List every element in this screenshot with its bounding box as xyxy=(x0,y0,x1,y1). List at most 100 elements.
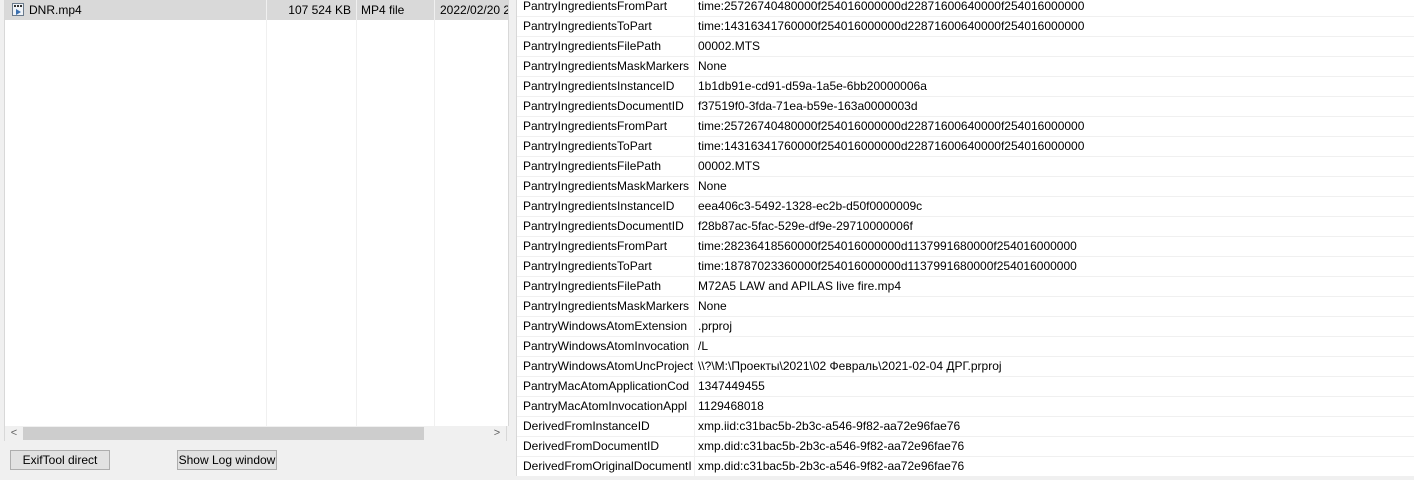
metadata-tag-value: time:25726740480000f254016000000d2287160… xyxy=(698,0,1085,13)
column-divider xyxy=(694,17,695,37)
column-divider xyxy=(694,197,695,217)
column-divider xyxy=(694,257,695,277)
metadata-tag-name: DerivedFromDocumentID xyxy=(523,439,660,453)
file-date: 2022/02/20 2 xyxy=(440,3,508,17)
metadata-tag-value: xmp.iid:c31bac5b-2b3c-a546-9f82-aa72e96f… xyxy=(698,419,961,433)
metadata-row[interactable]: PantryWindowsAtomUncProject \\?\M:\Проект… xyxy=(517,357,1414,377)
column-divider xyxy=(694,117,695,137)
column-divider xyxy=(694,217,695,237)
metadata-row[interactable]: PantryIngredientsFilePath 00002.MTS xyxy=(517,37,1414,57)
metadata-tag-name: PantryIngredientsFilePath xyxy=(523,159,662,173)
metadata-table[interactable]: PantryIngredientsFromPart time:2572674048… xyxy=(516,0,1414,476)
metadata-tag-value: 00002.MTS xyxy=(698,39,761,53)
scrollbar-thumb[interactable] xyxy=(23,427,424,440)
metadata-row[interactable]: PantryIngredientsDocumentID f28b87ac-5fac… xyxy=(517,217,1414,237)
metadata-tag-name: PantryIngredientsDocumentID xyxy=(523,99,684,113)
metadata-row[interactable]: DerivedFromInstanceID xmp.iid:c31bac5b-2b… xyxy=(517,417,1414,437)
metadata-row[interactable]: PantryIngredientsToPart time:187870233600… xyxy=(517,257,1414,277)
metadata-tag-name: PantryIngredientsFilePath xyxy=(523,39,662,53)
video-file-icon xyxy=(12,3,24,16)
column-divider xyxy=(694,277,695,297)
metadata-row[interactable]: PantryIngredientsMaskMarkers None xyxy=(517,177,1414,197)
metadata-row[interactable]: PantryIngredientsToPart time:143163417600… xyxy=(517,17,1414,37)
metadata-tag-name: PantryIngredientsMaskMarkers xyxy=(523,179,690,193)
column-divider xyxy=(694,417,695,437)
column-divider xyxy=(266,0,267,426)
metadata-tag-name: DerivedFromOriginalDocumentI xyxy=(523,459,692,473)
exiftool-direct-button[interactable]: ExifTool direct xyxy=(10,450,110,470)
metadata-row[interactable]: PantryWindowsAtomExtension .prproj xyxy=(517,317,1414,337)
column-divider xyxy=(694,377,695,397)
scroll-left-icon[interactable]: < xyxy=(6,426,22,441)
show-log-window-button[interactable]: Show Log window xyxy=(177,450,277,470)
file-name: DNR.mp4 xyxy=(29,3,82,17)
metadata-row[interactable]: PantryIngredientsToPart time:143163417600… xyxy=(517,137,1414,157)
metadata-tag-name: PantryIngredientsMaskMarkers xyxy=(523,59,690,73)
column-divider xyxy=(694,237,695,257)
column-divider xyxy=(694,297,695,317)
column-divider xyxy=(694,457,695,476)
column-divider xyxy=(694,357,695,377)
metadata-tag-value: 1129468018 xyxy=(698,399,764,413)
metadata-tag-value: /L xyxy=(698,339,709,353)
metadata-row[interactable]: PantryIngredientsFromPart time:2572674048… xyxy=(517,0,1414,17)
metadata-row[interactable]: PantryIngredientsFromPart time:2823641856… xyxy=(517,237,1414,257)
metadata-tag-value: M72A5 LAW and APILAS live fire.mp4 xyxy=(698,279,901,293)
metadata-tag-value: 1347449455 xyxy=(698,379,765,393)
metadata-tag-name: PantryWindowsAtomInvocation xyxy=(523,339,690,353)
column-divider xyxy=(694,157,695,177)
file-browser-pane: DNR.mp4 107 524 KB MP4 file 2022/02/20 2… xyxy=(0,0,511,480)
metadata-tag-name: PantryMacAtomInvocationAppl xyxy=(523,399,688,413)
column-divider xyxy=(694,57,695,77)
metadata-row[interactable]: PantryIngredientsFromPart time:2572674048… xyxy=(517,117,1414,137)
scroll-right-icon[interactable]: > xyxy=(489,426,505,441)
column-divider xyxy=(694,397,695,417)
column-divider xyxy=(694,77,695,97)
metadata-tag-name: PantryIngredientsFromPart xyxy=(523,119,668,133)
column-divider xyxy=(694,0,695,17)
metadata-tag-name: PantryIngredientsInstanceID xyxy=(523,79,675,93)
metadata-tag-name: PantryWindowsAtomExtension xyxy=(523,319,688,333)
file-list[interactable]: DNR.mp4 107 524 KB MP4 file 2022/02/20 2 xyxy=(4,0,509,426)
metadata-tag-name: PantryIngredientsMaskMarkers xyxy=(523,299,690,313)
metadata-tag-name: PantryIngredientsFromPart xyxy=(523,239,668,253)
metadata-tag-value: None xyxy=(698,299,727,313)
metadata-tag-name: PantryIngredientsDocumentID xyxy=(523,219,684,233)
metadata-row[interactable]: PantryIngredientsInstanceID 1b1db91e-cd91… xyxy=(517,77,1414,97)
metadata-tag-value: \\?\M:\Проекты\2021\02 Февраль\2021-02-0… xyxy=(698,359,1002,373)
metadata-tag-value: eea406c3-5492-1328-ec2b-d50f0000009c xyxy=(698,199,923,213)
metadata-tag-name: DerivedFromInstanceID xyxy=(523,419,650,433)
metadata-tag-name: PantryWindowsAtomUncProject xyxy=(523,359,693,373)
column-divider xyxy=(356,0,357,426)
metadata-row[interactable]: DerivedFromDocumentID xmp.did:c31bac5b-2b… xyxy=(517,437,1414,457)
metadata-tag-value: f28b87ac-5fac-529e-df9e-29710000006f xyxy=(698,219,913,233)
pane-bottom-edge xyxy=(0,476,511,480)
metadata-row[interactable]: PantryWindowsAtomInvocation/L xyxy=(517,337,1414,357)
metadata-tag-value: time:25726740480000f254016000000d2287160… xyxy=(698,119,1085,133)
metadata-row[interactable]: PantryIngredientsFilePath 00002.MTS xyxy=(517,157,1414,177)
column-divider xyxy=(694,37,695,57)
metadata-row[interactable]: PantryIngredientsMaskMarkers None xyxy=(517,297,1414,317)
metadata-row[interactable]: DerivedFromOriginalDocumentI xmp.did:c31b… xyxy=(517,457,1414,476)
metadata-tag-name: PantryIngredientsToPart xyxy=(523,259,652,273)
file-size: 107 524 KB xyxy=(288,3,351,17)
file-list-row[interactable]: DNR.mp4 107 524 KB MP4 file 2022/02/20 2 xyxy=(5,0,508,20)
column-divider xyxy=(434,0,435,426)
table-bottom-edge xyxy=(516,476,1414,480)
metadata-tag-value: None xyxy=(698,179,727,193)
column-divider xyxy=(694,97,695,117)
metadata-row[interactable]: PantryMacAtomInvocationAppl 1129468018 xyxy=(517,397,1414,417)
column-divider xyxy=(694,437,695,457)
metadata-row[interactable]: PantryIngredientsInstanceID eea406c3-5492… xyxy=(517,197,1414,217)
metadata-tag-value: time:14316341760000f254016000000d2287160… xyxy=(698,139,1085,153)
file-type: MP4 file xyxy=(361,3,405,17)
metadata-row[interactable]: PantryIngredientsMaskMarkers None xyxy=(517,57,1414,77)
metadata-tag-value: xmp.did:c31bac5b-2b3c-a546-9f82-aa72e96f… xyxy=(698,459,965,473)
metadata-rows: PantryIngredientsFromPart time:2572674048… xyxy=(517,0,1414,476)
metadata-tag-name: PantryIngredientsToPart xyxy=(523,19,652,33)
metadata-row[interactable]: PantryIngredientsDocumentID f37519f0-3fda… xyxy=(517,97,1414,117)
metadata-row[interactable]: PantryIngredientsFilePath M72A5 LAW and A… xyxy=(517,277,1414,297)
horizontal-scrollbar[interactable]: < > xyxy=(4,426,507,441)
metadata-row[interactable]: PantryMacAtomApplicationCod 1347449455 xyxy=(517,377,1414,397)
metadata-tag-name: PantryIngredientsFromPart xyxy=(523,0,668,13)
